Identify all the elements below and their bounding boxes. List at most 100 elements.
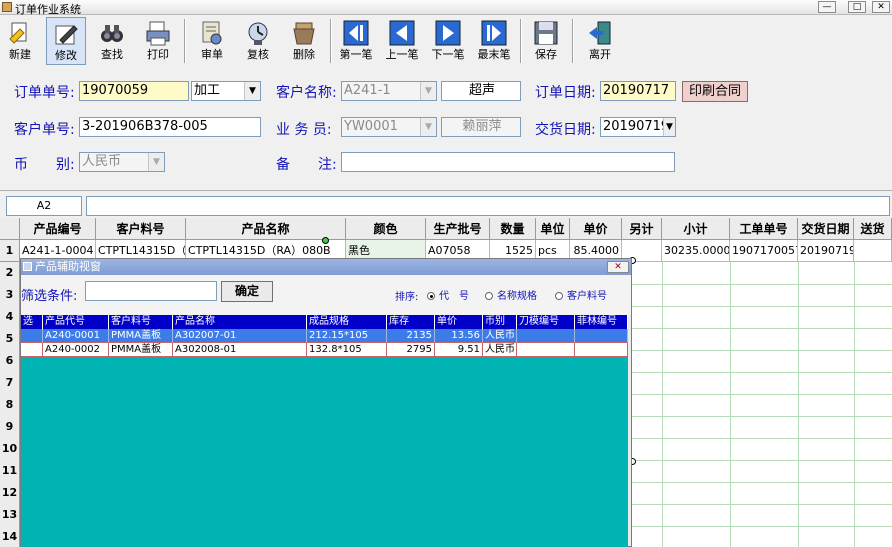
- audit-button[interactable]: 审单: [192, 17, 232, 65]
- popup-cell-stock[interactable]: 2135: [387, 329, 435, 343]
- popup-cell-code[interactable]: A240-0002: [43, 343, 109, 357]
- row-number[interactable]: 9: [0, 416, 20, 438]
- chevron-down-icon[interactable]: ▼: [148, 153, 164, 171]
- row-number[interactable]: 11: [0, 460, 20, 482]
- popup-title-bar[interactable]: 产品辅助视窗 ✕: [21, 259, 631, 275]
- chevron-down-icon[interactable]: ▼: [420, 118, 436, 136]
- sort-radio-name-spec[interactable]: 名称规格: [485, 287, 537, 302]
- cell-reference-box[interactable]: A2: [6, 196, 82, 216]
- cell-shipped[interactable]: [854, 240, 892, 262]
- cell-subtotal[interactable]: 30235.0000: [662, 240, 730, 262]
- popup-cell-select[interactable]: [21, 329, 43, 343]
- popup-cell-die[interactable]: [517, 343, 575, 357]
- row-number[interactable]: 12: [0, 482, 20, 504]
- row-number[interactable]: 10: [0, 438, 20, 460]
- column-header[interactable]: 颜色: [346, 218, 426, 240]
- confirm-button[interactable]: 确定: [221, 281, 273, 302]
- chevron-down-icon[interactable]: ▼: [420, 82, 436, 100]
- popup-cell-currency[interactable]: 人民币: [483, 343, 517, 357]
- last-record-button[interactable]: 最末笔: [474, 17, 514, 65]
- order-date-field[interactable]: 20190717: [600, 81, 676, 101]
- sort-radio-code[interactable]: 代 号: [427, 287, 469, 302]
- next-record-button[interactable]: 下一笔: [428, 17, 468, 65]
- exit-button[interactable]: 离开: [580, 17, 620, 65]
- popup-column-header[interactable]: 刀模编号: [517, 315, 575, 329]
- column-header[interactable]: 工单单号: [730, 218, 798, 240]
- column-header[interactable]: 单价: [570, 218, 622, 240]
- customer-po-field[interactable]: 3-201906B378-005: [79, 117, 261, 137]
- resize-handle[interactable]: [322, 237, 329, 244]
- edit-button[interactable]: 修改: [46, 17, 86, 65]
- column-header[interactable]: 另计: [622, 218, 662, 240]
- popup-column-header[interactable]: 币别: [483, 315, 517, 329]
- print-button[interactable]: 打印: [138, 17, 178, 65]
- maximize-button[interactable]: □: [848, 1, 866, 13]
- column-header[interactable]: 单位: [536, 218, 570, 240]
- popup-column-header[interactable]: 选: [21, 315, 43, 329]
- popup-cell-spec[interactable]: 132.8*105: [307, 343, 387, 357]
- close-window-button[interactable]: ✕: [872, 1, 890, 13]
- column-header[interactable]: 送货: [854, 218, 892, 240]
- popup-column-header[interactable]: 产品名称: [173, 315, 307, 329]
- popup-cell-die[interactable]: [517, 329, 575, 343]
- row-number[interactable]: 3: [0, 284, 20, 306]
- popup-cell-currency[interactable]: 人民币: [483, 329, 517, 343]
- currency-select[interactable]: 人民币 ▼: [79, 152, 165, 172]
- column-header[interactable]: 客户料号: [96, 218, 186, 240]
- new-button[interactable]: 新建: [0, 17, 40, 65]
- popup-column-header[interactable]: 客户料号: [109, 315, 173, 329]
- popup-cell-select[interactable]: [21, 343, 43, 357]
- row-number[interactable]: 7: [0, 372, 20, 394]
- find-button[interactable]: 查找: [92, 17, 132, 65]
- row-number[interactable]: 13: [0, 504, 20, 526]
- popup-column-header[interactable]: 库存: [387, 315, 435, 329]
- popup-cell-stock[interactable]: 2795: [387, 343, 435, 357]
- filter-input[interactable]: [85, 281, 217, 301]
- popup-column-header[interactable]: 单价: [435, 315, 483, 329]
- column-header[interactable]: 小计: [662, 218, 730, 240]
- popup-column-header[interactable]: 产品代号: [43, 315, 109, 329]
- chevron-down-icon[interactable]: ▼: [663, 118, 675, 136]
- popup-cell-film[interactable]: [575, 343, 628, 357]
- row-number[interactable]: 1: [0, 240, 20, 262]
- order-no-field[interactable]: 19070059: [79, 81, 189, 101]
- delivery-date-select[interactable]: 20190719 ▼: [600, 117, 676, 137]
- formula-input[interactable]: [86, 196, 890, 216]
- prev-record-button[interactable]: 上一笔: [382, 17, 422, 65]
- salesman-code-select[interactable]: YW0001 ▼: [341, 117, 437, 137]
- row-number[interactable]: 14: [0, 526, 20, 547]
- delete-button[interactable]: 删除: [284, 17, 324, 65]
- popup-column-header[interactable]: 成品规格: [307, 315, 387, 329]
- row-number[interactable]: 6: [0, 350, 20, 372]
- chevron-down-icon[interactable]: ▼: [244, 82, 260, 100]
- product-helper-window[interactable]: 产品辅助视窗 ✕ 筛选条件: 确定 排序: 代 号 名称规格 客户料号 选 产品…: [20, 258, 632, 547]
- row-number[interactable]: 2: [0, 262, 20, 284]
- row-number[interactable]: 8: [0, 394, 20, 416]
- first-record-button[interactable]: 第一笔: [336, 17, 376, 65]
- popup-cell-name[interactable]: A302008-01: [173, 343, 307, 357]
- popup-cell-code[interactable]: A240-0001: [43, 329, 109, 343]
- product-list-table[interactable]: 选 产品代号 客户料号 产品名称 成品规格 库存 单价 币别 刀模编号 菲林编号…: [21, 315, 628, 547]
- popup-cell-film[interactable]: [575, 329, 628, 343]
- print-contract-button[interactable]: 印刷合同: [682, 81, 748, 102]
- popup-cell-name[interactable]: A302007-01: [173, 329, 307, 343]
- customer-code-select[interactable]: A241-1 ▼: [341, 81, 437, 101]
- popup-cell-price[interactable]: 9.51: [435, 343, 483, 357]
- sort-radio-customer-part[interactable]: 客户料号: [555, 287, 607, 302]
- popup-cell-customer-part[interactable]: PMMA盖板: [109, 329, 173, 343]
- review-button[interactable]: 复核: [238, 17, 278, 65]
- column-header[interactable]: 交货日期: [798, 218, 854, 240]
- popup-cell-spec[interactable]: 212.15*105: [307, 329, 387, 343]
- popup-cell-customer-part[interactable]: PMMA盖板: [109, 343, 173, 357]
- popup-cell-price[interactable]: 13.56: [435, 329, 483, 343]
- column-header[interactable]: 产品名称: [186, 218, 346, 240]
- column-header[interactable]: 生产批号: [426, 218, 490, 240]
- customer-name-field[interactable]: 超声: [441, 81, 521, 101]
- row-number[interactable]: 4: [0, 306, 20, 328]
- popup-close-button[interactable]: ✕: [607, 261, 629, 273]
- cell-work-order[interactable]: 1907170057: [730, 240, 798, 262]
- popup-column-header[interactable]: 菲林编号: [575, 315, 628, 329]
- cell-delivery-date[interactable]: 20190719: [798, 240, 854, 262]
- row-number[interactable]: 5: [0, 328, 20, 350]
- remark-field[interactable]: [341, 152, 675, 172]
